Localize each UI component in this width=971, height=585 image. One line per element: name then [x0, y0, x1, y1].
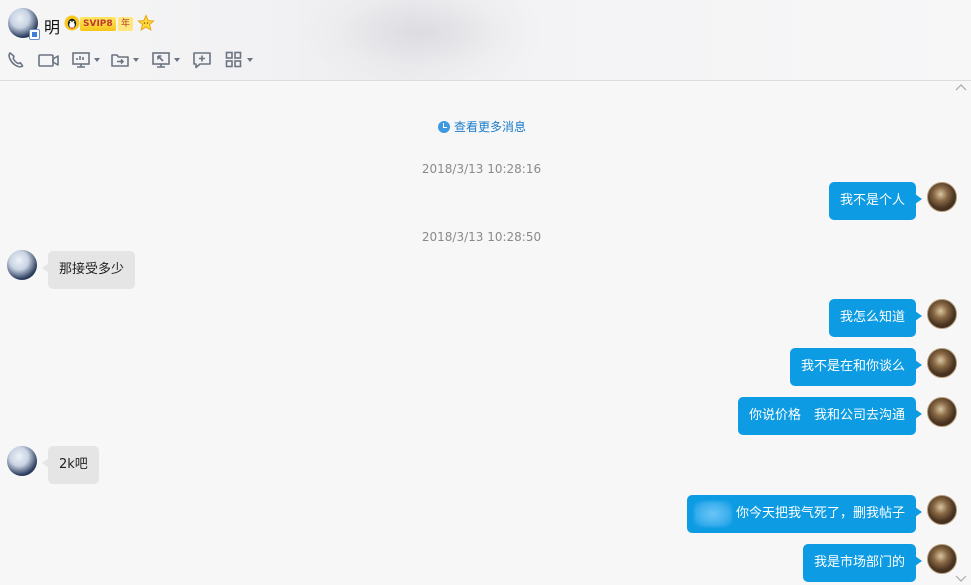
my-avatar[interactable]: [927, 495, 957, 525]
apps-button[interactable]: [224, 50, 253, 70]
my-avatar[interactable]: [927, 544, 957, 574]
view-more-messages-label: 查看更多消息: [454, 120, 527, 134]
contact-avatar[interactable]: [8, 8, 40, 40]
contact-message-avatar[interactable]: [7, 250, 37, 280]
voice-call-button[interactable]: [6, 50, 26, 70]
chevron-down-icon: [94, 58, 100, 62]
message-timestamp: 2018/3/13 10:28:16: [421, 162, 542, 176]
message-text: 你今天把我气死了，删我帖子: [735, 506, 905, 521]
video-icon: [38, 54, 59, 67]
contact-name[interactable]: 明: [44, 14, 60, 38]
online-status-icon: [29, 29, 40, 40]
message-bubble-mine[interactable]: 你说价格 我和公司去沟通: [737, 397, 923, 435]
file-transfer-button[interactable]: [110, 50, 139, 70]
my-avatar[interactable]: [927, 299, 957, 329]
contact-message-avatar[interactable]: [7, 446, 37, 476]
screen-share-icon: [72, 52, 90, 68]
year-badge[interactable]: 年: [118, 17, 134, 31]
add-chat-button[interactable]: [192, 50, 212, 70]
message-bubble-contact[interactable]: 2k吧: [42, 446, 99, 484]
svip-badge[interactable]: SVIP8: [80, 17, 116, 31]
my-avatar[interactable]: [927, 182, 957, 212]
message-timestamp: 2018/3/13 10:28:50: [421, 230, 542, 244]
remote-desktop-icon: [152, 52, 170, 68]
message-bubble-mine[interactable]: 我是市场部门的: [802, 544, 923, 582]
file-transfer-icon: [111, 54, 129, 67]
phone-icon: [8, 52, 24, 68]
clock-icon: [438, 120, 450, 133]
message-bubble-mine[interactable]: 我不是在和你谈么: [789, 348, 923, 386]
chevron-down-icon: [174, 58, 180, 62]
message-bubble-mine[interactable]: 我怎么知道: [828, 299, 923, 337]
message-bubble-mine[interactable]: 你今天把我气死了，删我帖子: [686, 495, 923, 533]
scroll-down-icon[interactable]: [955, 575, 967, 583]
add-chat-icon: [193, 52, 211, 69]
ink-landscape-decoration: [300, 0, 540, 81]
message-bubble-contact[interactable]: 那接受多少: [41, 251, 136, 289]
view-more-messages-link[interactable]: 查看更多消息: [438, 118, 526, 135]
video-call-button[interactable]: [37, 50, 61, 70]
my-avatar[interactable]: [927, 348, 957, 378]
apps-icon: [225, 51, 242, 68]
blurred-sticker-icon: [693, 500, 732, 527]
chevron-down-icon: [247, 58, 253, 62]
screen-share-button[interactable]: [71, 50, 100, 70]
chat-header: 明 SVIP8 年: [0, 0, 971, 81]
scroll-up-icon[interactable]: [955, 83, 967, 91]
my-avatar[interactable]: [927, 397, 957, 427]
qq-penguin-icon: [64, 15, 80, 31]
chevron-down-icon: [133, 58, 139, 62]
star-icon[interactable]: [137, 14, 155, 32]
message-bubble-mine[interactable]: 我不是个人: [828, 182, 923, 220]
remote-desktop-button[interactable]: [151, 50, 180, 70]
